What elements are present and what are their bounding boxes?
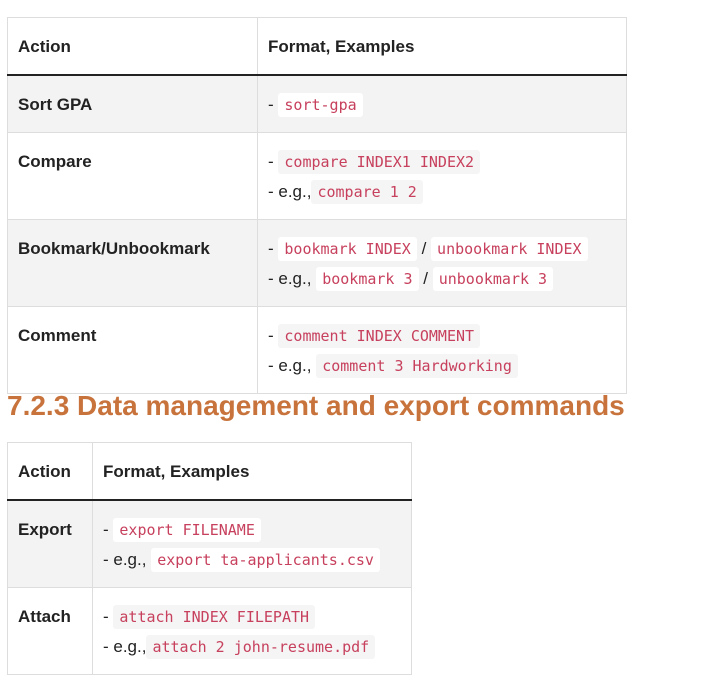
command-code: sort-gpa [278, 93, 363, 117]
format-cell: - export FILENAME - e.g., export ta-appl… [92, 499, 412, 588]
example-code: unbookmark 3 [432, 267, 554, 291]
format-cell: - attach INDEX FILEPATH - e.g., attach 2 … [92, 587, 412, 675]
action-cell: Comment [7, 306, 258, 394]
export-commands-table: Action Format, Examples Export - export … [7, 442, 412, 675]
dash: - [268, 326, 274, 345]
action-cell: Sort GPA [7, 74, 258, 133]
format-cell: - sort-gpa [257, 74, 627, 133]
section-heading: 7.2.3 Data management and export command… [7, 390, 625, 421]
table-row: Bookmark/Unbookmark - bookmark INDEX / u… [7, 219, 627, 307]
command-code: bookmark INDEX [278, 237, 417, 261]
separator: / [421, 239, 427, 258]
separator: / [423, 269, 428, 288]
commands-table: Action Format, Examples Sort GPA - sort-… [7, 17, 627, 394]
action-cell: Compare [7, 132, 258, 220]
command-code: comment INDEX COMMENT [278, 324, 481, 348]
table-row: Comment - comment INDEX COMMENT - e.g., … [7, 306, 627, 394]
table-header-row: Action Format, Examples [7, 17, 627, 76]
command-code: compare INDEX1 INDEX2 [278, 150, 481, 174]
example-code: compare 1 2 [311, 180, 423, 204]
header-format: Format, Examples [257, 17, 627, 76]
dash: - [268, 95, 274, 114]
command-code: attach INDEX FILEPATH [113, 605, 316, 629]
dash: - [268, 152, 274, 171]
example-label: - e.g., [103, 550, 147, 569]
example-code: attach 2 john-resume.pdf [146, 635, 376, 659]
table-row: Compare - compare INDEX1 INDEX2 - e.g., c… [7, 132, 627, 220]
action-cell: Export [7, 499, 93, 588]
command-code: unbookmark INDEX [431, 237, 588, 261]
example-label: - e.g., [268, 182, 312, 201]
action-cell: Attach [7, 587, 93, 675]
table-row: Sort GPA - sort-gpa [7, 74, 627, 133]
example-code: export ta-applicants.csv [151, 548, 380, 572]
header-format: Format, Examples [92, 442, 412, 501]
example-label: - e.g., [268, 269, 312, 288]
dash: - [103, 520, 109, 539]
command-code: export FILENAME [113, 518, 261, 542]
table-header-row: Action Format, Examples [7, 442, 412, 501]
header-action: Action [7, 17, 258, 76]
example-label: - e.g., [103, 637, 147, 656]
format-cell: - bookmark INDEX / unbookmark INDEX - e.… [257, 219, 627, 307]
format-cell: - compare INDEX1 INDEX2 - e.g., compare 1… [257, 132, 627, 220]
dash: - [103, 607, 109, 626]
example-code: bookmark 3 [316, 267, 419, 291]
header-action: Action [7, 442, 93, 501]
format-cell: - comment INDEX COMMENT - e.g., comment … [257, 306, 627, 394]
example-label: - e.g., [268, 356, 312, 375]
table-row: Attach - attach INDEX FILEPATH - e.g., at… [7, 587, 412, 675]
action-cell: Bookmark/Unbookmark [7, 219, 258, 307]
table-row: Export - export FILENAME - e.g., export … [7, 499, 412, 588]
dash: - [268, 239, 274, 258]
example-code: comment 3 Hardworking [316, 354, 518, 378]
